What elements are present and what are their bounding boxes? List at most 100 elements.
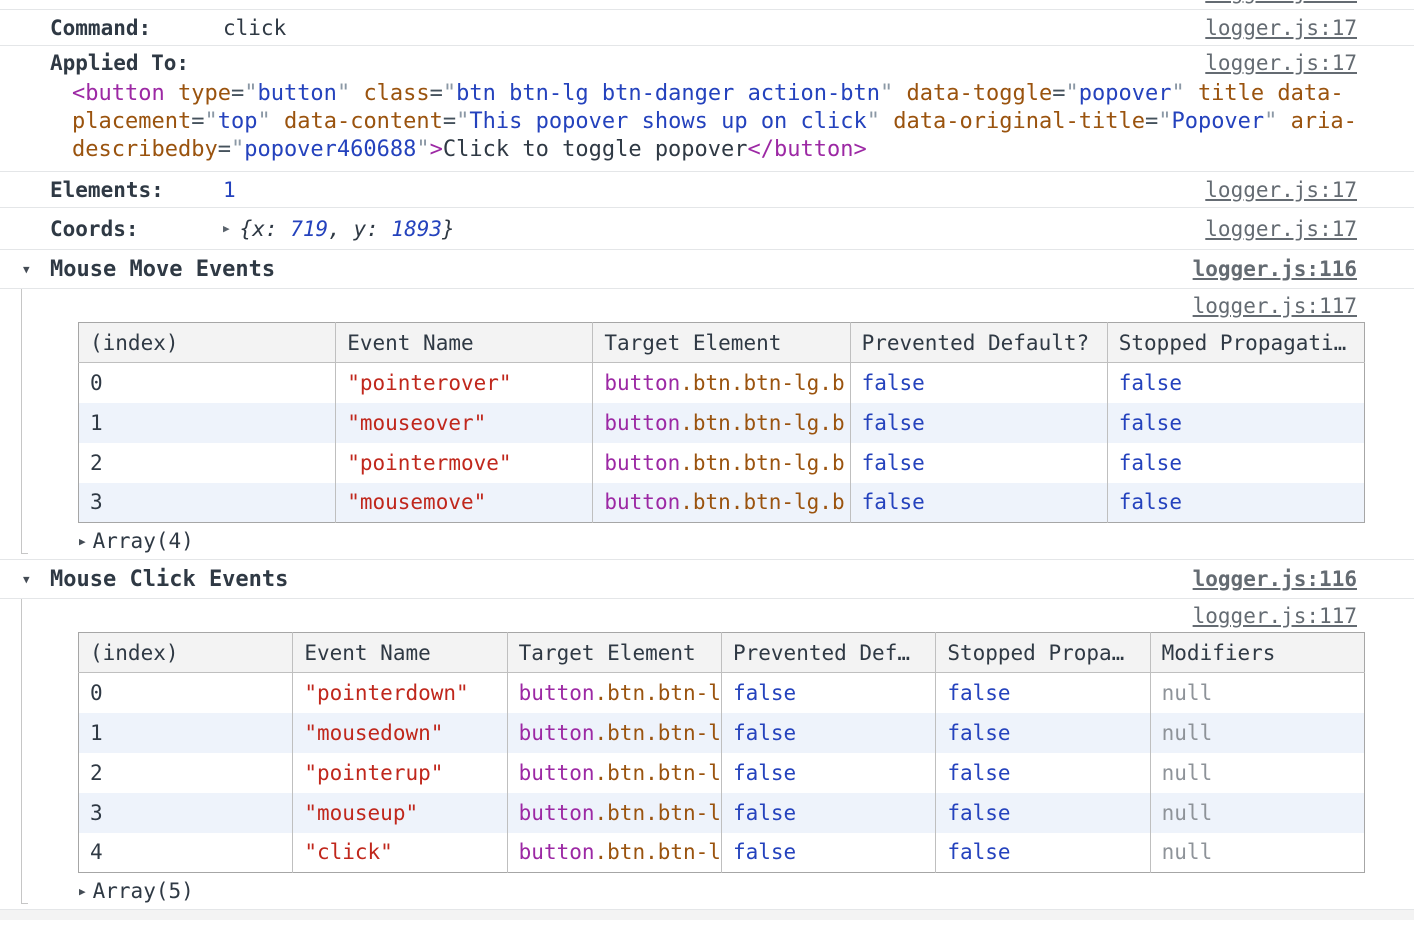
table-cell: false — [721, 673, 935, 713]
code-line: placement="top" data-content="This popov… — [72, 108, 1414, 136]
group-header-mouse-move-events[interactable]: ▼ Mouse Move Events logger.js:116 — [0, 250, 1414, 289]
console-message-coords: Coords: ▶ {x: 719, y: 1893} logger.js:17 — [0, 208, 1414, 250]
table-cell: false — [850, 483, 1107, 523]
source-link[interactable]: logger.js:17 — [1205, 178, 1357, 202]
table-row: 4"click"button.btn.btn-lfalsefalsenull — [79, 833, 1365, 873]
table-cell: false — [1107, 443, 1364, 483]
group-body-mouse-move-events: logger.js:117 (index)Event NameTarget El… — [0, 289, 1414, 560]
table-cell: 0 — [79, 673, 293, 713]
table-cell: "pointerup" — [293, 753, 507, 793]
table-cell: 3 — [79, 483, 336, 523]
table-cell: null — [1150, 793, 1364, 833]
expand-triangle-icon[interactable]: ▶ — [79, 885, 86, 898]
table-cell: false — [850, 363, 1107, 403]
table-row: 0"pointerover"button.btn.btn-lg.bfalsefa… — [79, 363, 1365, 403]
table-cell: button.btn.btn-lg.b — [593, 403, 850, 443]
source-link[interactable]: logger.js:117 — [1193, 294, 1357, 318]
table-cell: false — [721, 833, 935, 873]
column-header[interactable]: Target Element — [507, 633, 721, 673]
table-row: 2"pointerup"button.btn.btn-lfalsefalsenu… — [79, 753, 1365, 793]
source-link[interactable]: logger.js:17 — [1205, 217, 1357, 241]
elements-label: Elements: — [50, 178, 223, 202]
console-message-elements: Elements: 1 logger.js:17 — [0, 172, 1414, 208]
collapse-triangle-icon[interactable]: ▼ — [23, 263, 50, 276]
table-cell: null — [1150, 673, 1364, 713]
source-link[interactable]: logger.js:17 — [1205, 51, 1357, 75]
column-header[interactable]: Stopped Propa… — [936, 633, 1150, 673]
column-header[interactable]: (index) — [79, 323, 336, 363]
source-link[interactable]: logger.js:116 — [1193, 257, 1357, 281]
table-cell: 3 — [79, 793, 293, 833]
table-cell: false — [936, 713, 1150, 753]
table-cell: button.btn.btn-l — [507, 793, 721, 833]
elements-value: 1 — [223, 178, 236, 202]
array-label: Array(5) — [93, 879, 194, 903]
coords-label: Coords: — [50, 217, 223, 241]
array-summary[interactable]: ▶ Array(5) — [0, 873, 1414, 909]
group-body-mouse-click-events: logger.js:117 (index)Event NameTarget El… — [0, 599, 1414, 910]
table-row: 1"mouseover"button.btn.btn-lg.bfalsefals… — [79, 403, 1365, 443]
column-header[interactable]: Event Name — [293, 633, 507, 673]
table-cell: false — [1107, 403, 1364, 443]
table-cell: false — [721, 793, 935, 833]
table-cell: "pointermove" — [336, 443, 593, 483]
table-cell: button.btn.btn-l — [507, 673, 721, 713]
table-cell: "pointerdown" — [293, 673, 507, 713]
code-line: <button type="button" class="btn btn-lg … — [72, 80, 1414, 108]
table-cell: "mousedown" — [293, 713, 507, 753]
table-cell: button.btn.btn-l — [507, 833, 721, 873]
expand-triangle-icon[interactable]: ▶ — [223, 222, 230, 235]
expand-triangle-icon[interactable]: ▶ — [79, 535, 86, 548]
table-cell: 1 — [79, 403, 336, 443]
table-row: 1"mousedown"button.btn.btn-lfalsefalsenu… — [79, 713, 1365, 753]
table-cell: null — [1150, 753, 1364, 793]
table-cell: "pointerover" — [336, 363, 593, 403]
group-title: Mouse Move Events — [50, 257, 275, 282]
table-cell: null — [1150, 833, 1364, 873]
array-label: Array(4) — [93, 529, 194, 553]
column-header[interactable]: Event Name — [336, 323, 593, 363]
column-header[interactable]: Stopped Propagati… — [1107, 323, 1364, 363]
source-link[interactable]: logger.js:17 — [1205, 16, 1357, 40]
code-line: describedby="popover460688">Click to tog… — [72, 136, 1414, 164]
array-summary[interactable]: ▶ Array(4) — [0, 523, 1414, 559]
source-link[interactable]: logger.js:116 — [1193, 567, 1357, 591]
collapse-triangle-icon[interactable]: ▼ — [23, 573, 50, 586]
table-cell: "mousemove" — [336, 483, 593, 523]
table-cell: false — [850, 443, 1107, 483]
table-cell: 0 — [79, 363, 336, 403]
table-cell: "click" — [293, 833, 507, 873]
table-cell: false — [936, 673, 1150, 713]
table-cell: button.btn.btn-lg.b — [593, 443, 850, 483]
console-bottom-strip — [0, 910, 1414, 920]
table-cell: button.btn.btn-lg.b — [593, 483, 850, 523]
column-header[interactable]: Modifiers — [1150, 633, 1364, 673]
table-cell: null — [1150, 713, 1364, 753]
table-cell: "mouseup" — [293, 793, 507, 833]
table-cell: false — [721, 713, 935, 753]
mouse-click-events-table: (index)Event NameTarget ElementPrevented… — [78, 632, 1365, 873]
group-title: Mouse Click Events — [50, 567, 288, 592]
group-header-mouse-click-events[interactable]: ▼ Mouse Click Events logger.js:116 — [0, 560, 1414, 599]
table-cell: false — [936, 833, 1150, 873]
column-header[interactable]: Prevented Default? — [850, 323, 1107, 363]
column-header[interactable]: Target Element — [593, 323, 850, 363]
table-row: 2"pointermove"button.btn.btn-lg.bfalsefa… — [79, 443, 1365, 483]
table-cell: 2 — [79, 753, 293, 793]
source-link[interactable]: logger.js:117 — [1193, 604, 1357, 628]
table-cell: false — [721, 753, 935, 793]
table-row: 3"mouseup"button.btn.btn-lfalsefalsenull — [79, 793, 1365, 833]
table-row: 0"pointerdown"button.btn.btn-lfalsefalse… — [79, 673, 1365, 713]
source-link[interactable]: logger.js:17 — [1205, 0, 1357, 4]
console-message-command: Command: click logger.js:17 — [0, 10, 1414, 46]
html-element-preview: <button type="button" class="btn btn-lg … — [0, 80, 1414, 171]
column-header[interactable]: (index) — [79, 633, 293, 673]
command-value: click — [223, 16, 286, 40]
table-cell: false — [1107, 483, 1364, 523]
table-cell: "mouseover" — [336, 403, 593, 443]
table-cell: false — [1107, 363, 1364, 403]
table-cell: false — [936, 753, 1150, 793]
table-row: 3"mousemove"button.btn.btn-lg.bfalsefals… — [79, 483, 1365, 523]
table-cell: button.btn.btn-l — [507, 713, 721, 753]
column-header[interactable]: Prevented Def… — [721, 633, 935, 673]
